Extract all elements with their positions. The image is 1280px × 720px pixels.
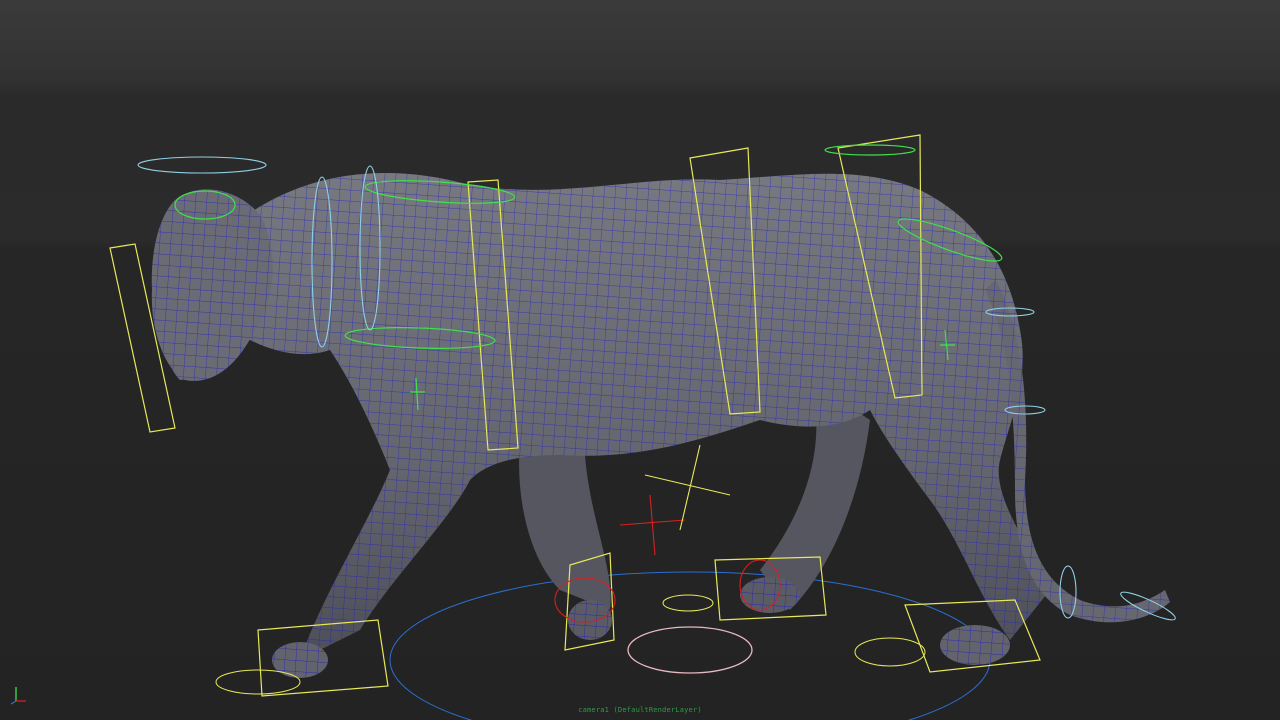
root-control-circle[interactable] <box>627 626 753 674</box>
viewport-scene[interactable] <box>0 0 1280 720</box>
ground-control-circle[interactable] <box>389 571 991 720</box>
axis-gizmo-icon <box>10 687 26 705</box>
viewport-3d[interactable]: camera1 (DefaultRenderLayer) <box>0 0 1280 720</box>
camera-label: camera1 (DefaultRenderLayer) <box>578 706 702 714</box>
panther-mesh[interactable] <box>151 172 1170 678</box>
